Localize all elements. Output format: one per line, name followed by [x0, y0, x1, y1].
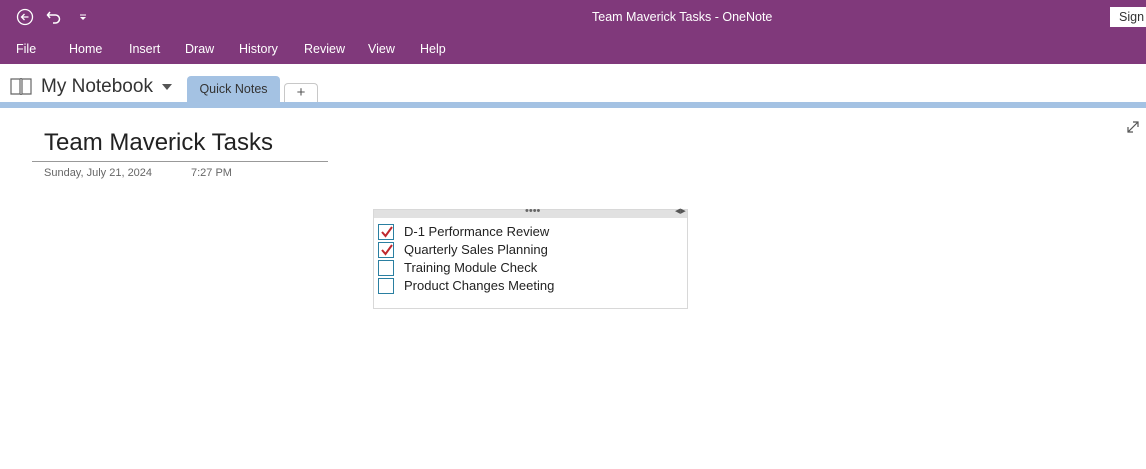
notebook-bar	[0, 64, 1146, 102]
todo-item[interactable]: Quarterly Sales Planning	[376, 241, 676, 259]
quick-access-dropdown-icon[interactable]	[73, 7, 93, 27]
section-tab-quick-notes[interactable]: Quick Notes	[187, 76, 280, 102]
menu-home[interactable]: Home	[69, 42, 102, 56]
todo-item[interactable]: Product Changes Meeting	[376, 277, 676, 295]
checkbox-checked[interactable]	[378, 224, 394, 240]
menu-file[interactable]: File	[16, 42, 36, 56]
todo-text[interactable]: D-1 Performance Review	[404, 224, 549, 239]
title-underline	[32, 161, 328, 162]
page-time: 7:27 PM	[191, 167, 232, 179]
back-icon[interactable]	[15, 7, 35, 27]
checkbox-unchecked[interactable]	[378, 260, 394, 276]
page-date: Sunday, July 21, 2024	[44, 167, 153, 179]
sign-in-button[interactable]: Sign	[1110, 7, 1146, 27]
checkbox-unchecked[interactable]	[378, 278, 394, 294]
menu-view[interactable]: View	[368, 42, 395, 56]
notebook-dropdown-icon[interactable]	[162, 84, 172, 90]
undo-icon[interactable]	[44, 7, 64, 27]
window-title: Team Maverick Tasks - OneNote	[592, 10, 773, 24]
expand-diagonal-icon[interactable]	[1125, 119, 1141, 140]
todo-item[interactable]: Training Module Check	[376, 259, 676, 277]
notebook-name[interactable]: My Notebook	[41, 76, 153, 98]
todo-item[interactable]: D-1 Performance Review	[376, 223, 676, 241]
resize-arrows-icon[interactable]: ◀▶	[675, 207, 686, 215]
menu-help[interactable]: Help	[420, 42, 446, 56]
todo-text[interactable]: Product Changes Meeting	[404, 278, 554, 293]
menu-history[interactable]: History	[239, 42, 278, 56]
add-section-button[interactable]: +	[284, 83, 318, 102]
drag-dots-icon[interactable]: ••••	[525, 205, 540, 217]
container-move-handle[interactable]: •••• ◀▶	[374, 205, 687, 218]
title-bar: Team Maverick Tasks - OneNote Sign	[0, 0, 1146, 34]
section-color-strip	[0, 102, 1146, 108]
menu-draw[interactable]: Draw	[185, 42, 214, 56]
page-title[interactable]: Team Maverick Tasks	[44, 129, 273, 157]
ribbon-tabs: File Home Insert Draw History Review Vie…	[0, 34, 1146, 64]
notebook-icon[interactable]	[9, 76, 33, 101]
menu-insert[interactable]: Insert	[129, 42, 160, 56]
checkbox-checked[interactable]	[378, 242, 394, 258]
note-container[interactable]: •••• ◀▶ D-1 Performance Review Quarterly…	[373, 205, 688, 309]
todo-text[interactable]: Quarterly Sales Planning	[404, 242, 548, 257]
todo-text[interactable]: Training Module Check	[404, 260, 537, 275]
menu-review[interactable]: Review	[304, 42, 345, 56]
